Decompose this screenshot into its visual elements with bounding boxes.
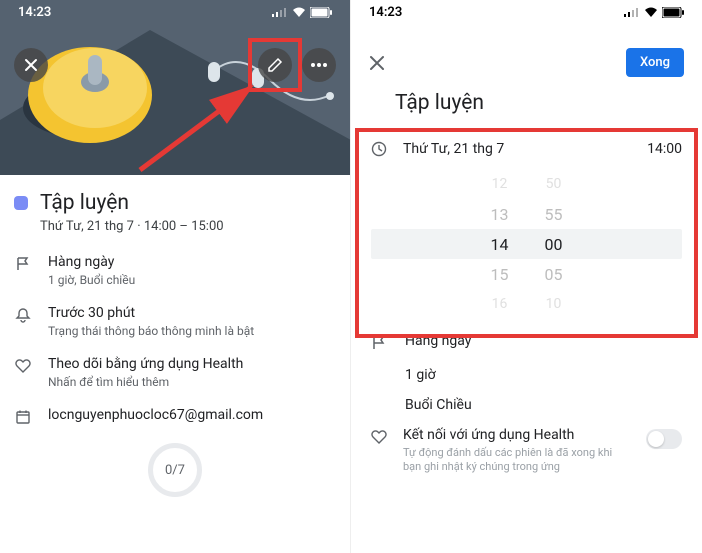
bell-icon — [14, 305, 32, 323]
period-label[interactable]: Buổi Chiều — [405, 397, 682, 413]
edit-title[interactable]: Tập luyện — [351, 87, 702, 129]
reminder-sub: Trạng thái thông báo thông minh là bật — [48, 324, 336, 338]
status-time: 14:23 — [18, 5, 51, 20]
health-title: Kết nối với ứng dụng Health — [403, 427, 632, 443]
event-edit-pane: 14:23 Xong Tập luyện Thứ Tư, 21 thg 7 14 — [351, 0, 702, 553]
repeat-row[interactable]: Hàng ngày 1 giờ, Buổi chiều — [14, 254, 336, 287]
event-detail-pane: 14:23 — [0, 0, 351, 553]
calendar-icon — [14, 407, 32, 425]
reminder-row[interactable]: Trước 30 phút Trạng thái thông báo thông… — [14, 305, 336, 338]
health-connect-row[interactable]: Kết nối với ứng dụng Health Tự động đánh… — [371, 427, 682, 475]
health-sub: Tự động đánh dấu các phiên là đã xong kh… — [403, 446, 632, 475]
account-row[interactable]: locnguyenphuocloc67@gmail.com — [14, 407, 336, 425]
event-details: Tập luyện Thứ Tư, 21 thg 7 · 14:00 – 15:… — [0, 175, 350, 497]
close-button[interactable] — [369, 55, 393, 71]
status-bar: 14:23 — [0, 0, 350, 24]
status-bar: 14:23 — [351, 0, 702, 24]
status-icons — [624, 7, 684, 18]
more-button[interactable] — [302, 48, 336, 82]
reminder-label: Trước 30 phút — [48, 305, 336, 321]
hero-image — [0, 0, 350, 175]
event-color-chip — [14, 196, 28, 210]
status-time: 14:23 — [369, 5, 402, 20]
event-datetime: Thứ Tư, 21 thg 7 · 14:00 – 15:00 — [40, 219, 336, 234]
health-label: Theo dõi bằng ứng dụng Health — [48, 356, 336, 372]
repeat-sub: 1 giờ, Buổi chiều — [48, 273, 336, 287]
battery-icon — [310, 7, 332, 18]
signal-icon — [624, 7, 640, 17]
progress-ring: 0/7 — [148, 443, 202, 497]
annotation-highlight-box — [248, 38, 302, 92]
done-button[interactable]: Xong — [626, 48, 684, 77]
status-icons — [272, 7, 332, 18]
health-row[interactable]: Theo dõi bằng ứng dụng Health Nhấn để tì… — [14, 356, 336, 389]
wifi-icon — [292, 7, 306, 17]
event-title: Tập luyện — [40, 191, 129, 215]
battery-icon — [662, 7, 684, 18]
heart-icon — [14, 356, 32, 374]
close-button[interactable] — [14, 48, 48, 82]
repeat-label: Hàng ngày — [48, 254, 336, 270]
progress-text: 0/7 — [165, 463, 185, 478]
heart-icon — [371, 427, 389, 445]
duration-label[interactable]: 1 giờ — [405, 367, 682, 383]
annotation-highlight-box — [355, 128, 698, 338]
health-toggle[interactable] — [646, 429, 682, 449]
wifi-icon — [644, 7, 658, 17]
signal-icon — [272, 7, 288, 17]
flag-icon — [14, 254, 32, 272]
account-email: locnguyenphuocloc67@gmail.com — [48, 407, 336, 423]
health-sub: Nhấn để tìm hiểu thêm — [48, 375, 336, 389]
